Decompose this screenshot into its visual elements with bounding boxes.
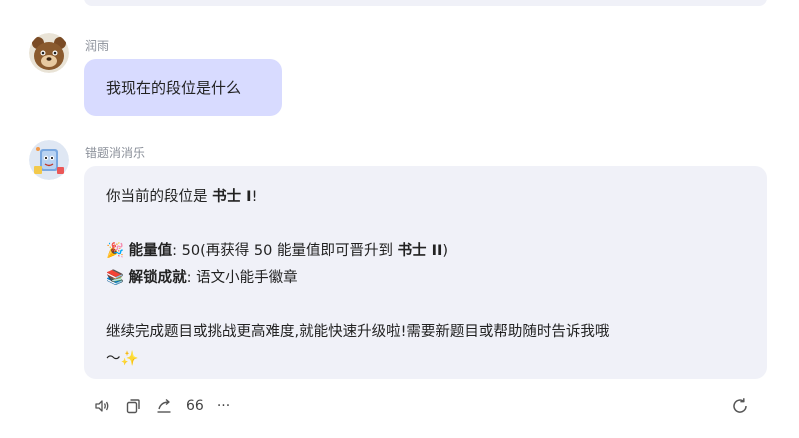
share-button[interactable] [155,394,173,418]
previous-message-bubble [84,0,767,6]
user-avatar[interactable] [29,33,69,73]
energy-line: 🎉 能量值: 50(再获得 50 能量值即可晋升到 书士 II) [106,238,745,265]
refresh-icon [733,398,747,413]
user-message-text: 我现在的段位是什么 [106,79,242,97]
more-button[interactable]: ··· [217,394,230,418]
unlock-text: 语文小能手徽章 [196,270,298,286]
rank-suffix: ! [251,189,258,205]
sparkles-icon: ✨ [120,351,139,367]
bot-message-bubble: 你当前的段位是 书士 I! 🎉 能量值: 50(再获得 50 能量值即可晋升到 … [84,166,767,379]
regenerate-button[interactable] [730,394,750,418]
energy-text: 50(再获得 50 能量值即可晋升到 [181,243,398,259]
user-message-bubble: 我现在的段位是什么 [84,59,282,116]
user-name: 润雨 [85,39,110,53]
unlock-line: 📚 解锁成就: 语文小能手徽章 [106,265,745,292]
rank-prefix: 你当前的段位是 [106,189,213,205]
bear-avatar-icon [29,33,69,73]
rank-line: 你当前的段位是 书士 I! [106,184,745,211]
unlock-sep: : [186,270,197,286]
next-rank: 书士 II [397,243,443,259]
speaker-icon [95,400,109,412]
energy-close: ) [442,243,449,259]
share-icon [157,398,171,413]
closing-line: 继续完成题目或挑战更高难度,就能快速升级啦!需要新题目或帮助随时告诉我哦 [106,324,610,340]
speaker-button[interactable] [93,394,111,418]
unlock-label: 解锁成就 [128,270,187,286]
quote-button[interactable]: 66 [186,394,204,418]
party-popper-icon: 🎉 [106,243,125,259]
closing-tail-line: 〜✨ [106,346,745,373]
rank-value: 书士 I [212,189,252,205]
book-mascot-avatar-icon [29,140,69,180]
bot-avatar[interactable] [29,140,69,180]
energy-sep: : [172,243,182,259]
copy-icon [126,399,140,414]
books-icon: 📚 [106,270,125,286]
message-actions-toolbar: 66 ··· [93,394,763,418]
energy-label: 能量值 [128,243,173,259]
copy-button[interactable] [124,394,142,418]
bot-name: 错题消消乐 [85,146,146,160]
closing-tail: 〜 [106,351,121,367]
